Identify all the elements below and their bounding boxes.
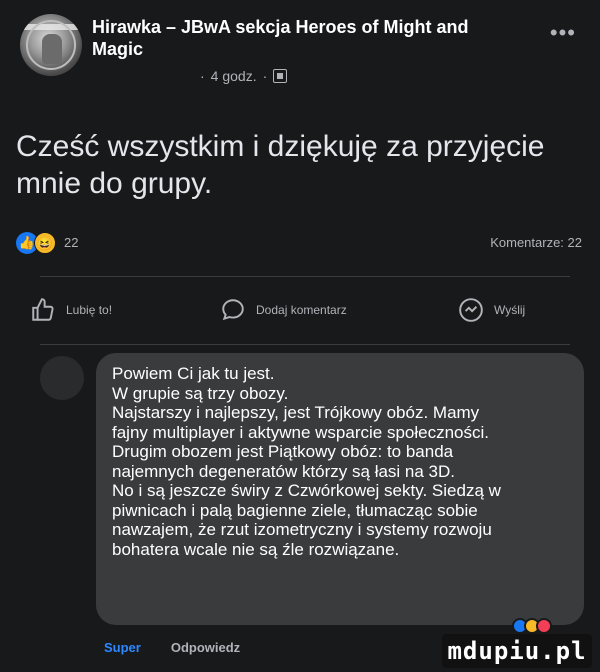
comment-icon [222,299,244,321]
group-avatar[interactable] [20,14,82,76]
comment-reactions[interactable] [512,618,576,634]
like-button[interactable]: Lubię to! [30,292,112,328]
comment-line: piwnicach i palą bagienne ziele, tłumacz… [112,500,478,520]
comment-actions: Super Odpowiedz [104,640,240,655]
commenter-avatar[interactable] [40,356,84,400]
comment-line: bohatera wcale nie są źle rozwiązane. [112,539,400,559]
comment-button[interactable]: Dodaj komentarz [220,292,347,328]
thumbs-up-icon [32,298,54,321]
comment-line: najemnych degeneratów którzy są łasi na … [112,461,456,481]
meta-separator: · [200,68,205,84]
group-title[interactable]: Hirawka – JBwA sekcja Heroes of Might an… [92,16,512,60]
divider [40,276,570,277]
comment-line: Powiem Ci jak tu jest. [112,364,275,383]
share-icon [459,298,483,322]
comment-line: W grupie są trzy obozy. [112,383,289,403]
comment-text: Powiem Ci jak tu jest. W grupie są trzy … [112,364,584,559]
comment-line: Najstarszy i najlepszy, jest Trójkowy ob… [112,403,480,422]
reaction-count[interactable]: 22 [64,235,78,250]
haha-reaction-icon: 😆 [34,232,56,254]
reactions-bar[interactable]: 👍 😆 22 Komentarze: 22 [16,232,584,256]
like-label: Lubię to! [66,303,113,317]
post-time[interactable]: 4 godz. [211,68,257,84]
comment-label: Dodaj komentarz [256,303,347,317]
post-meta: · 4 godz. · [200,68,288,84]
post-header: Hirawka – JBwA sekcja Heroes of Might an… [14,10,586,90]
meta-separator: · [262,68,268,84]
globe-icon [273,69,288,83]
comment-line: Drugim obozem jest Piątkowy obóz: to ban… [112,442,454,461]
reply-button[interactable]: Odpowiedz [171,640,240,655]
watermark-logo: mdupiu.pl [442,634,592,668]
comment-line: nawzajem, że rzut izometryczny i systemy… [112,520,492,539]
more-icon[interactable]: ••• [550,20,576,46]
divider [40,344,570,345]
comment-line: fajny multiplayer i aktywne wsparcie spo… [112,422,489,442]
comment-line: No i są jeszcze świry z Czwórkowej sekty… [112,481,501,500]
post-actions: Lubię to! Dodaj komentarz Wyślij [30,292,580,332]
post-text: Cześć wszystkim i dziękuję za przyjęcie … [16,130,545,200]
share-label: Wyślij [494,303,526,317]
comments-count[interactable]: Komentarze: 22 [490,235,582,250]
share-button[interactable]: Wyślij [458,292,525,328]
super-reaction-button[interactable]: Super [104,640,141,655]
